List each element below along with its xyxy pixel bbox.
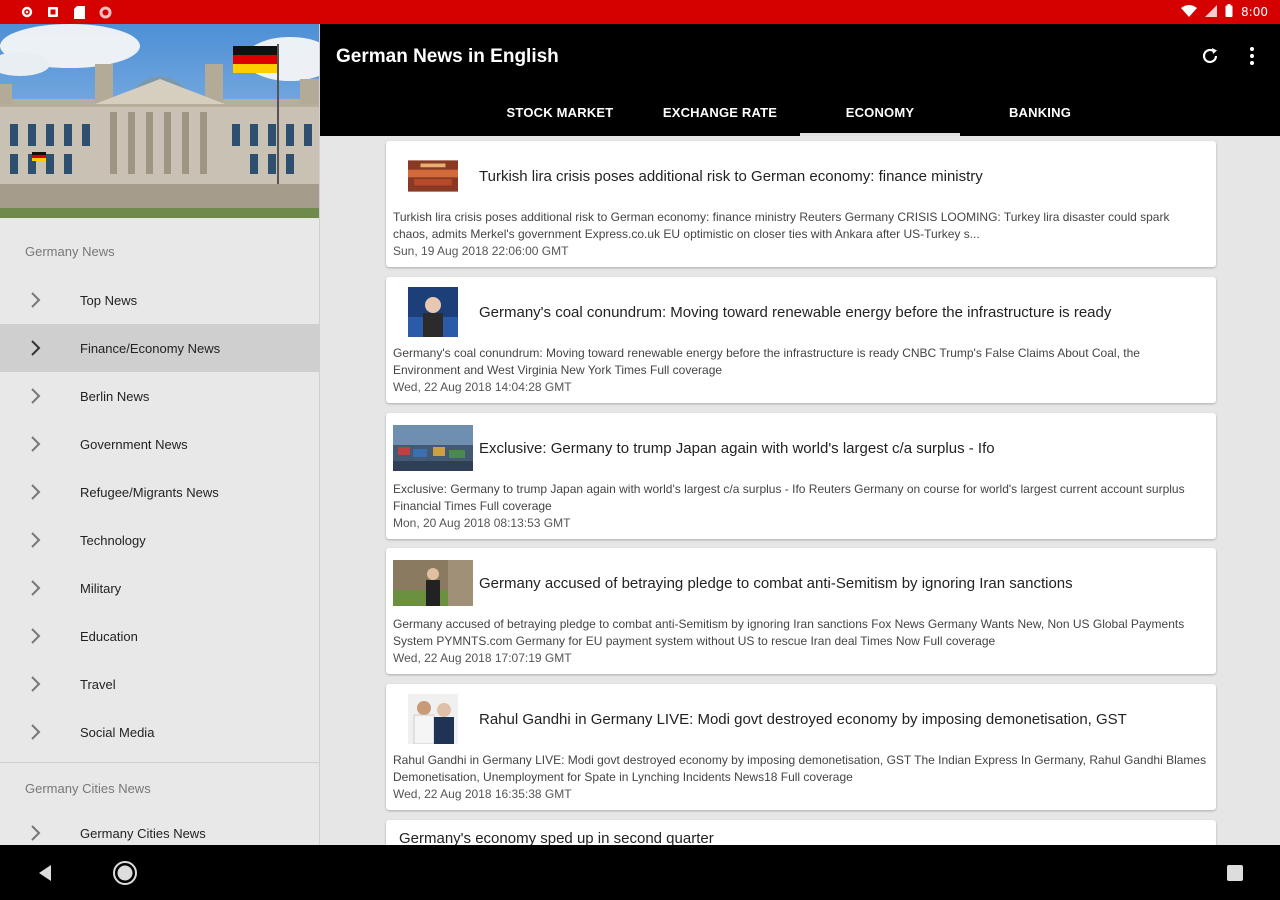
- news-title: Germany's economy sped up in second quar…: [399, 830, 714, 845]
- system-nav-bar: [0, 845, 1280, 900]
- app-bar: German News in English STOCK MARKET EXCH…: [320, 24, 1280, 136]
- refresh-icon[interactable]: [1200, 44, 1220, 68]
- section-header-germany-cities-news: Germany Cities News: [25, 780, 151, 796]
- nav-item-label: Germany Cities News: [80, 825, 206, 841]
- news-card[interactable]: Turkish lira crisis poses additional ris…: [386, 141, 1216, 267]
- chevron-right-icon: [0, 628, 80, 644]
- recents-icon[interactable]: [1220, 858, 1250, 888]
- navigation-drawer: Germany News Top News Finance/Economy Ne…: [0, 24, 320, 845]
- record-icon: [98, 5, 112, 19]
- chevron-right-icon: [0, 292, 80, 308]
- nav-item-education[interactable]: Education: [0, 612, 319, 660]
- news-card[interactable]: Exclusive: Germany to trump Japan again …: [386, 413, 1216, 539]
- news-card[interactable]: Rahul Gandhi in Germany LIVE: Modi govt …: [386, 684, 1216, 810]
- chevron-right-icon: [0, 580, 80, 596]
- section-header-germany-news: Germany News: [25, 243, 115, 259]
- nav-item-government-news[interactable]: Government News: [0, 420, 319, 468]
- nav-item-social-media[interactable]: Social Media: [0, 708, 319, 756]
- news-card[interactable]: Germany accused of betraying pledge to c…: [386, 548, 1216, 674]
- chevron-right-icon: [0, 340, 80, 356]
- news-description: Germany's coal conundrum: Moving toward …: [393, 346, 1140, 377]
- nav-item-label: Travel: [80, 676, 116, 692]
- news-title: Germany's coal conundrum: Moving toward …: [479, 303, 1112, 321]
- news-thumbnail: [408, 160, 458, 192]
- nav-item-military[interactable]: Military: [0, 564, 319, 612]
- nav-item-technology[interactable]: Technology: [0, 516, 319, 564]
- nav-item-label: Finance/Economy News: [80, 340, 221, 356]
- news-date: Wed, 22 Aug 2018 14:04:28 GMT: [393, 380, 572, 394]
- news-description: Turkish lira crisis poses additional ris…: [393, 210, 1170, 241]
- news-thumbnail: [408, 694, 458, 744]
- tab-economy[interactable]: ECONOMY: [800, 94, 960, 136]
- chevron-right-icon: [0, 724, 80, 740]
- chevron-right-icon: [0, 532, 80, 548]
- notification-icon: [46, 5, 60, 19]
- clock: 8:00: [1241, 5, 1268, 19]
- news-thumbnail: [408, 287, 458, 337]
- nav-item-label: Military: [80, 580, 122, 596]
- nav-item-label: Technology: [80, 532, 146, 548]
- news-thumbnail: [393, 425, 473, 471]
- chevron-right-icon: [0, 388, 80, 404]
- nav-item-travel[interactable]: Travel: [0, 660, 319, 708]
- nav-item-germany-cities-news[interactable]: Germany Cities News: [0, 809, 319, 845]
- news-description: Exclusive: Germany to trump Japan again …: [393, 482, 1185, 513]
- news-card[interactable]: Germany's coal conundrum: Moving toward …: [386, 277, 1216, 403]
- news-date: Wed, 22 Aug 2018 16:35:38 GMT: [393, 787, 572, 801]
- nav-item-finance-economy-news[interactable]: Finance/Economy News: [0, 324, 319, 372]
- tab-banking[interactable]: BANKING: [960, 94, 1120, 136]
- nav-item-label: Social Media: [80, 724, 155, 740]
- reichstag-header-image: [0, 24, 319, 218]
- battery-icon: [1225, 4, 1233, 20]
- nav-item-top-news[interactable]: Top News: [0, 276, 319, 324]
- tab-stock-market[interactable]: STOCK MARKET: [480, 94, 640, 136]
- news-title: Exclusive: Germany to trump Japan again …: [479, 439, 995, 457]
- home-icon[interactable]: [110, 858, 140, 888]
- chevron-right-icon: [0, 436, 80, 452]
- news-date: Wed, 22 Aug 2018 17:07:19 GMT: [393, 651, 572, 665]
- nav-item-label: Refugee/Migrants News: [80, 484, 219, 500]
- signal-icon: [1205, 4, 1218, 20]
- news-list: Turkish lira crisis poses additional ris…: [320, 136, 1280, 845]
- news-title: Germany accused of betraying pledge to c…: [479, 574, 1073, 592]
- back-icon[interactable]: [30, 858, 60, 888]
- nav-item-berlin-news[interactable]: Berlin News: [0, 372, 319, 420]
- nav-item-label: Education: [80, 628, 138, 644]
- status-bar: 8:00: [0, 0, 1280, 24]
- nav-item-refugee-migrants-news[interactable]: Refugee/Migrants News: [0, 468, 319, 516]
- nav-item-label: Government News: [80, 436, 188, 452]
- settings-icon: [20, 5, 34, 19]
- nav-item-label: Berlin News: [80, 388, 150, 404]
- news-date: Sun, 19 Aug 2018 22:06:00 GMT: [393, 244, 569, 258]
- news-title: Rahul Gandhi in Germany LIVE: Modi govt …: [479, 710, 1127, 728]
- news-date: Mon, 20 Aug 2018 08:13:53 GMT: [393, 516, 571, 530]
- more-vert-icon[interactable]: [1242, 44, 1262, 68]
- nav-item-label: Top News: [80, 292, 138, 308]
- chevron-right-icon: [0, 825, 80, 841]
- news-description: Rahul Gandhi in Germany LIVE: Modi govt …: [393, 753, 1207, 784]
- news-description: Germany accused of betraying pledge to c…: [393, 617, 1185, 648]
- chevron-right-icon: [0, 484, 80, 500]
- news-thumbnail: [393, 560, 473, 606]
- sd-card-icon: [72, 5, 86, 19]
- wifi-icon: [1181, 4, 1198, 20]
- news-card[interactable]: Germany's economy sped up in second quar…: [386, 820, 1216, 845]
- tab-bar: STOCK MARKET EXCHANGE RATE ECONOMY BANKI…: [480, 94, 1120, 136]
- app-title: German News in English: [336, 46, 559, 67]
- chevron-right-icon: [0, 676, 80, 692]
- tab-exchange-rate[interactable]: EXCHANGE RATE: [640, 94, 800, 136]
- news-title: Turkish lira crisis poses additional ris…: [479, 167, 983, 185]
